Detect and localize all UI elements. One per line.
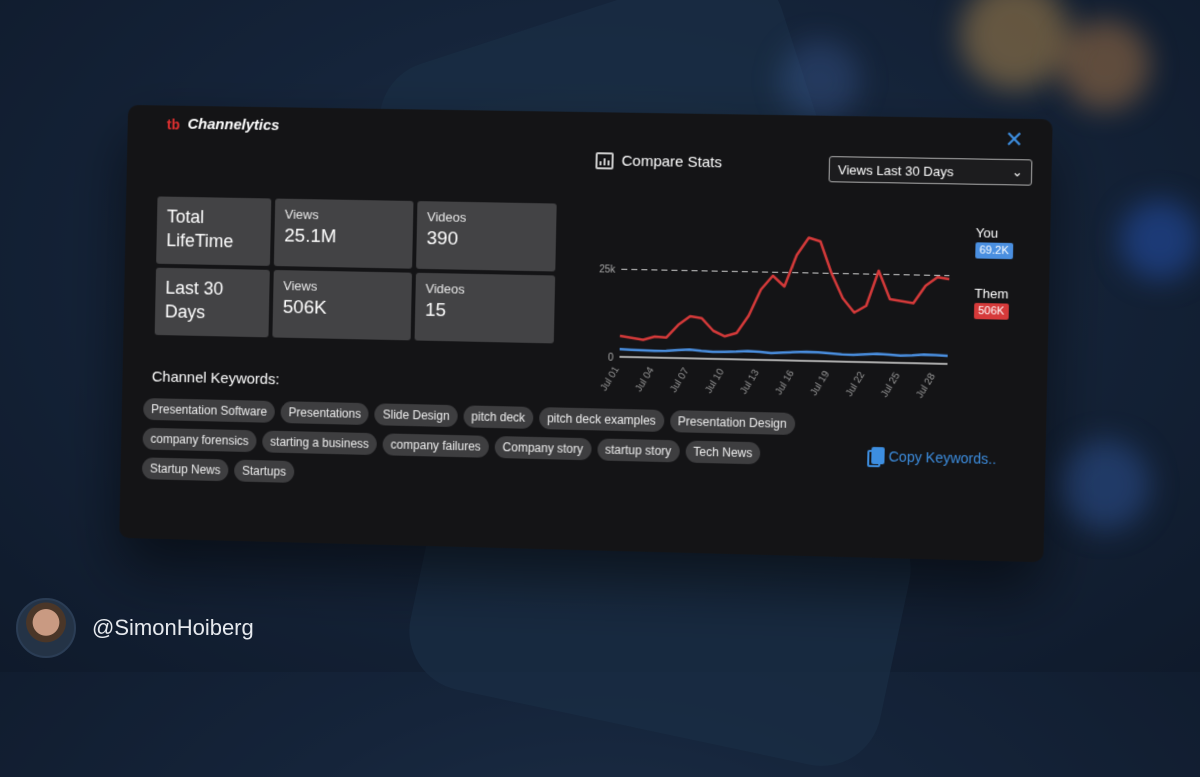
views-value: 506K <box>282 296 327 319</box>
x-tick-label: Jul 04 <box>633 365 657 394</box>
keyword-list: Presentation Software Presentations Slide … <box>141 398 840 496</box>
legend-them-label: Them <box>974 285 1009 302</box>
stats-grid: Total LifeTime Views 25.1M Videos 390 La… <box>154 196 557 344</box>
keyword-chip[interactable]: startup story <box>596 438 680 463</box>
videos-value: 390 <box>426 228 459 250</box>
reference-line <box>621 269 949 275</box>
keyword-chip[interactable]: pitch deck examples <box>538 407 665 432</box>
views-label: Views <box>283 278 318 294</box>
keyword-chip[interactable]: Company story <box>494 435 592 461</box>
views-label: Views <box>284 206 319 223</box>
avatar <box>16 598 76 658</box>
keyword-chip[interactable]: Slide Design <box>374 403 458 428</box>
keyword-chip[interactable]: company failures <box>382 433 489 458</box>
legend-them-value: 506K <box>973 302 1009 320</box>
legend-you: You 69.2K <box>975 225 1014 260</box>
y-tick-label: 0 <box>608 353 614 364</box>
x-tick-label: Jul 10 <box>703 367 727 396</box>
bokeh-light <box>1060 440 1150 530</box>
series-line-you <box>620 348 948 357</box>
last30-videos: Videos 15 <box>414 272 556 344</box>
author-handle: @SimonHoiberg <box>92 615 254 640</box>
bar-chart-icon <box>595 152 614 170</box>
videos-value: 15 <box>424 299 447 322</box>
keywords-title: Channel Keywords: <box>151 368 280 389</box>
x-tick-label: Jul 13 <box>738 367 762 396</box>
keyword-chip[interactable]: company forensics <box>142 427 257 453</box>
period-last30: Last 30 Days <box>154 267 270 338</box>
compare-chart: 0 25k Jul 01 Jul 04 Jul 07 Jul 10 Jul 13 Jul 16… <box>599 196 966 400</box>
compare-stats-header: Compare Stats <box>595 152 722 171</box>
period-select[interactable]: Views Last 30 Days ⌄ <box>828 156 1033 186</box>
keyword-chip[interactable]: Startups <box>234 459 295 483</box>
bokeh-light <box>1060 20 1150 110</box>
app-brand: tb Channelytics <box>167 115 280 134</box>
x-tick-label: Jul 07 <box>668 366 692 395</box>
x-axis <box>619 357 947 364</box>
keyword-chip[interactable]: pitch deck <box>463 405 534 429</box>
close-icon[interactable]: ✕ <box>1005 127 1024 153</box>
x-tick-label: Jul 16 <box>773 368 797 397</box>
legend-you-value: 69.2K <box>975 242 1014 260</box>
copy-keywords-button[interactable]: Copy Keywords.. <box>871 446 997 467</box>
keyword-chip[interactable]: Startup News <box>141 457 229 482</box>
legend-you-label: You <box>975 225 999 241</box>
bokeh-light <box>1120 200 1200 280</box>
bokeh-light <box>960 0 1070 90</box>
lifetime-videos: Videos 390 <box>416 201 557 272</box>
x-tick-label: Jul 19 <box>809 369 833 398</box>
compare-stats-title: Compare Stats <box>621 152 723 172</box>
views-value: 25.1M <box>284 225 337 248</box>
period-lifetime: Total LifeTime <box>156 196 272 266</box>
copy-keywords-label: Copy Keywords.. <box>888 447 997 467</box>
legend-them: Them 506K <box>973 285 1009 320</box>
x-tick-label: Jul 25 <box>879 370 903 399</box>
app-name: Channelytics <box>187 115 280 135</box>
series-line-them <box>620 234 950 346</box>
x-tick-label: Jul 22 <box>844 370 868 399</box>
bokeh-light <box>780 40 860 120</box>
author: @SimonHoiberg <box>16 598 254 658</box>
x-tick-label: Jul 01 <box>599 364 623 393</box>
channelytics-panel: tb Channelytics ✕ Total LifeTime Views 2… <box>119 104 1053 563</box>
keyword-chip[interactable]: Tech News <box>685 440 761 465</box>
videos-label: Videos <box>425 280 465 297</box>
last30-views: Views 506K <box>272 269 413 341</box>
videos-label: Videos <box>426 209 467 225</box>
keyword-chip[interactable]: starting a business <box>262 430 378 456</box>
keyword-chip[interactable]: Presentation Design <box>669 410 796 436</box>
copy-icon <box>871 446 885 465</box>
keyword-chip[interactable]: Presentations <box>280 401 370 426</box>
chevron-down-icon: ⌄ <box>1011 164 1024 180</box>
app-logo: tb <box>166 115 180 132</box>
keyword-chip[interactable]: Presentation Software <box>143 398 276 423</box>
x-tick-label: Jul 28 <box>914 371 938 400</box>
y-tick-label: 25k <box>599 265 615 276</box>
lifetime-views: Views 25.1M <box>273 198 414 269</box>
period-select-value: Views Last 30 Days <box>837 161 954 179</box>
